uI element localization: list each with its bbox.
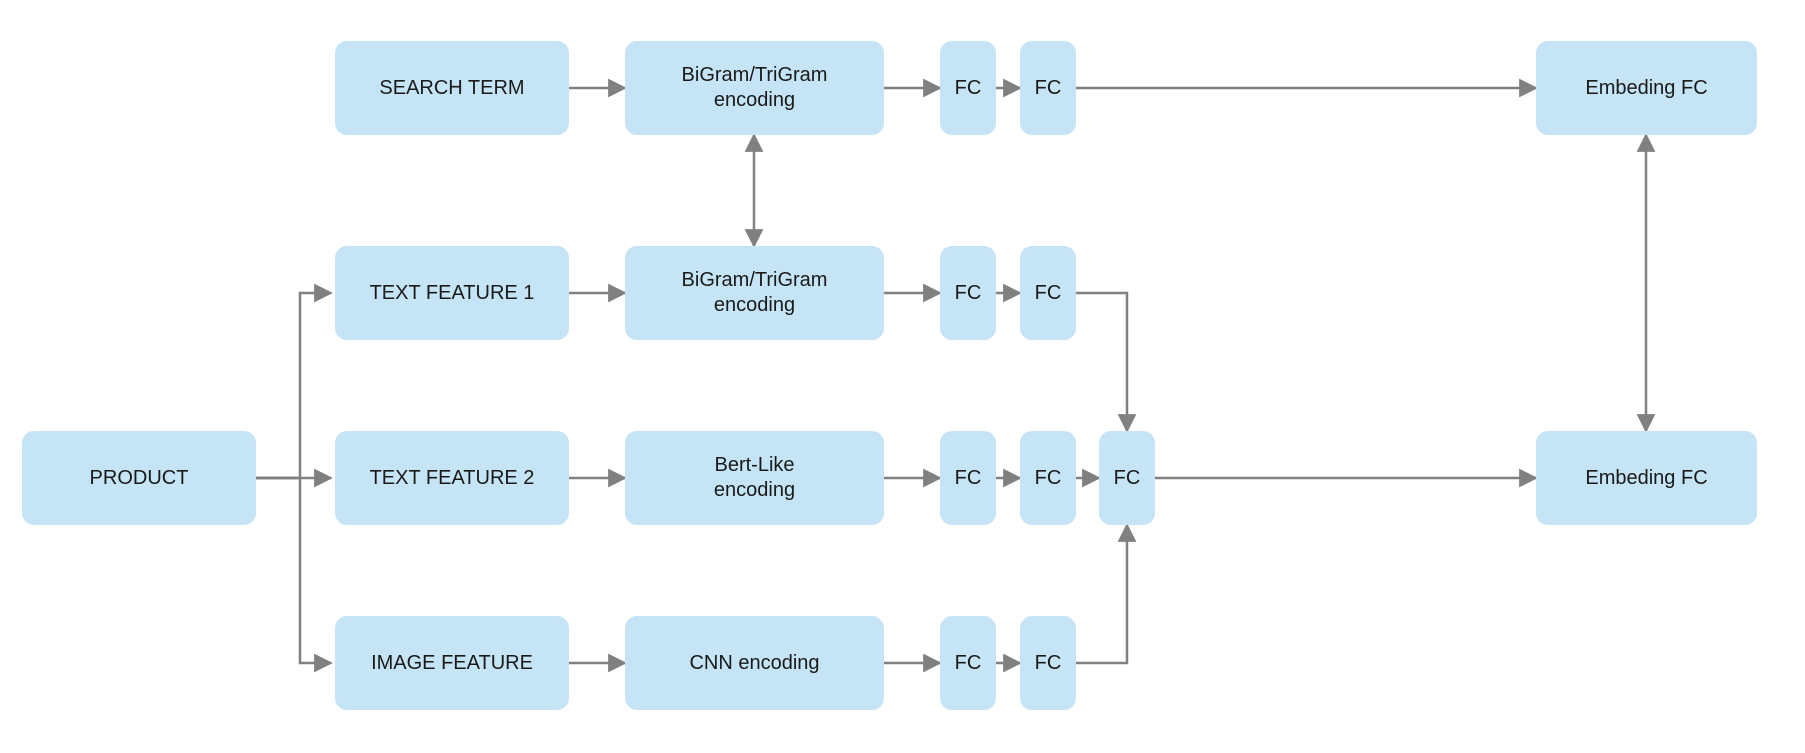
node-text-feature-2: TEXT FEATURE 2	[335, 431, 569, 525]
node-label: TEXT FEATURE 2	[370, 466, 535, 491]
node-label: BiGram/TriGramencoding	[682, 63, 828, 113]
node-search-fc2: FC	[1020, 41, 1076, 135]
node-label: FC	[1035, 651, 1062, 676]
node-txt1-encoding: BiGram/TriGramencoding	[625, 246, 884, 340]
node-text-feature-1: TEXT FEATURE 1	[335, 246, 569, 340]
node-label: FC	[955, 281, 982, 306]
node-txt1-fc2: FC	[1020, 246, 1076, 340]
node-txt2-fc2: FC	[1020, 431, 1076, 525]
node-label: Embeding FC	[1585, 466, 1707, 491]
node-txt2-fc1: FC	[940, 431, 996, 525]
node-label: FC	[1035, 281, 1062, 306]
node-label: BiGram/TriGramencoding	[682, 268, 828, 318]
node-label: Bert-Likeencoding	[714, 453, 795, 503]
node-cnn-encoding: CNN encoding	[625, 616, 884, 710]
node-label: FC	[955, 76, 982, 101]
node-label: FC	[955, 651, 982, 676]
node-search-term: SEARCH TERM	[335, 41, 569, 135]
node-label: CNN encoding	[689, 651, 819, 676]
node-label: PRODUCT	[90, 466, 189, 491]
node-search-embedding-fc: Embeding FC	[1536, 41, 1757, 135]
node-label: FC	[1035, 76, 1062, 101]
node-merge-fc: FC	[1099, 431, 1155, 525]
node-product: PRODUCT	[22, 431, 256, 525]
node-label: Embeding FC	[1585, 76, 1707, 101]
node-txt2-encoding: Bert-Likeencoding	[625, 431, 884, 525]
node-image-feature: IMAGE FEATURE	[335, 616, 569, 710]
node-label: SEARCH TERM	[379, 76, 524, 101]
node-img-fc1: FC	[940, 616, 996, 710]
node-label: FC	[1114, 466, 1141, 491]
diagram-canvas: SEARCH TERM BiGram/TriGramencoding FC FC…	[0, 0, 1805, 753]
node-label: FC	[955, 466, 982, 491]
node-search-encoding: BiGram/TriGramencoding	[625, 41, 884, 135]
node-img-fc2: FC	[1020, 616, 1076, 710]
node-label: TEXT FEATURE 1	[370, 281, 535, 306]
node-product-embedding-fc: Embeding FC	[1536, 431, 1757, 525]
node-label: IMAGE FEATURE	[371, 651, 533, 676]
edges-layer	[0, 0, 1805, 753]
node-search-fc1: FC	[940, 41, 996, 135]
node-label: FC	[1035, 466, 1062, 491]
node-txt1-fc1: FC	[940, 246, 996, 340]
